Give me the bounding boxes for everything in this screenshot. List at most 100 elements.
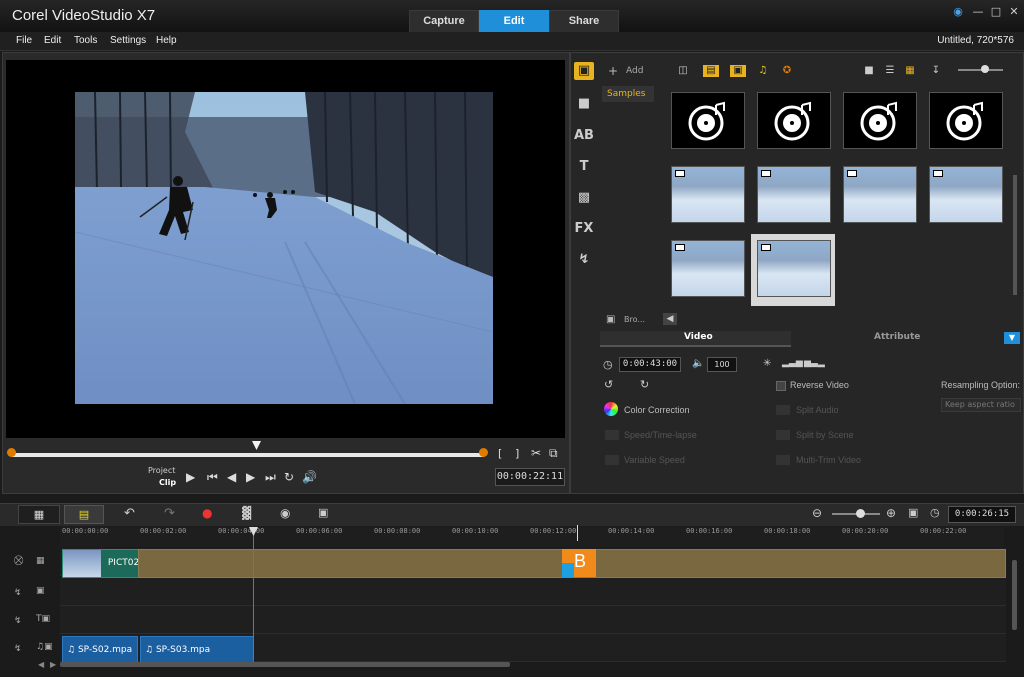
add-icon[interactable]: + [608,64,618,78]
timeline-horizontal-scrollbar[interactable] [60,662,510,667]
trim-start-marker[interactable] [7,448,16,457]
menu-settings[interactable]: Settings [110,35,146,46]
library-item[interactable] [929,166,1003,223]
library-item[interactable] [929,92,1003,149]
audio-clip[interactable]: ♫ SP-S03.mpa [140,636,254,665]
next-frame-icon[interactable]: ▶ [246,470,255,484]
sound-mixer-icon[interactable]: ▓ [242,506,251,520]
media-library-icon[interactable]: ▣ [574,62,594,80]
project-mode-label[interactable]: Project [148,466,175,475]
menu-tools[interactable]: Tools [74,35,97,46]
rotate-left-icon[interactable]: ↺ [604,378,613,391]
clip-volume-field[interactable]: 100 [707,357,737,372]
maximize-icon[interactable]: □ [988,5,1004,19]
library-scrollbar[interactable] [1013,175,1017,295]
rotate-right-icon[interactable]: ↻ [640,378,649,391]
menu-file[interactable]: File [16,35,32,46]
graphic-icon[interactable]: ▩ [574,189,594,207]
library-item[interactable] [843,92,917,149]
tab-edit[interactable]: Edit [479,10,549,32]
library-item[interactable] [757,166,831,223]
zoom-out-icon[interactable]: ⊖ [812,506,822,520]
show-videos-icon[interactable]: ▤ [703,65,719,77]
zoom-in-icon[interactable]: ⊕ [886,506,896,520]
tab-share[interactable]: Share [549,10,619,32]
clip-duration-field[interactable]: 0:00:43:00 [619,357,681,372]
library-item[interactable] [671,240,745,297]
fade-out-icon[interactable]: ▅▃▂ [804,358,825,368]
transition-icon[interactable]: AB [574,127,594,145]
auto-music-icon[interactable]: ◉ [280,506,290,520]
show-audio-icon[interactable]: ♫ [755,65,771,77]
library-item[interactable] [671,92,745,149]
reverse-video-checkbox[interactable] [776,381,786,391]
track-lock-icon[interactable]: ↯ [14,616,22,626]
end-icon[interactable]: ⏭ [265,470,276,485]
minimize-icon[interactable]: — [970,5,986,19]
overlay-track[interactable] [60,578,1006,606]
collapse-options-icon[interactable]: ▼ [1004,332,1020,344]
zoom-handle[interactable] [856,509,865,518]
fade-in-icon[interactable]: ▂▃▅ [782,358,803,368]
overlay-track-header[interactable]: ↯ ▣ [14,580,58,607]
fit-project-icon[interactable]: ▣ [908,506,918,519]
scroll-right-icon[interactable]: ▶ [50,660,56,669]
path-icon[interactable]: ↯ [574,251,594,269]
play-icon[interactable]: ▶ [186,470,195,484]
library-item[interactable] [671,166,745,223]
audio-clip[interactable]: ♫ SP-S02.mpa [62,636,138,665]
filter-icon[interactable]: FX [574,220,594,238]
clip-mode-label[interactable]: Clip [159,478,176,487]
video-clip[interactable]: PICT02 [62,549,139,578]
browse-icon[interactable]: ▣ [606,314,615,325]
browse-folder-icon[interactable]: ◫ [675,65,691,77]
storyboard-view-icon[interactable]: ▦ [18,505,60,524]
title-icon[interactable]: T [574,158,594,176]
previous-frame-icon[interactable]: ◀ [227,470,236,484]
scroll-left-icon[interactable]: ◀ [38,660,44,669]
track-lock-icon[interactable]: ↯ [14,644,22,654]
preview-timecode[interactable]: 00:00:22:11 [495,468,565,486]
resampling-select[interactable]: Keep aspect ratio [941,398,1021,412]
undo-icon[interactable]: ↶ [124,506,135,521]
instant-project-icon[interactable]: ■ [574,95,594,113]
tab-video[interactable]: Video [600,331,791,347]
library-item[interactable] [843,166,917,223]
title-track-header[interactable]: ↯ T▣ [14,608,58,635]
library-item[interactable] [757,240,831,297]
timeline-vertical-scrollbar[interactable] [1012,560,1017,630]
preview-scrub-bar[interactable] [10,453,485,457]
list-view-icon[interactable]: ☰ [882,65,898,77]
video-track-header[interactable]: ⛒ ▦ [14,550,58,577]
color-correction-icon[interactable] [604,402,618,416]
help-icon[interactable]: ◉ [950,5,966,19]
browse-label[interactable]: Bro... [624,315,645,324]
library-item[interactable] [757,92,831,149]
collapse-library-icon[interactable]: ◀ [663,313,677,325]
color-correction-label[interactable]: Color Correction [624,405,690,415]
menu-help[interactable]: Help [156,35,177,46]
mark-in-icon[interactable]: [ [498,447,502,460]
repeat-icon[interactable]: ↻ [284,470,294,484]
record-capture-icon[interactable]: ● [202,506,212,520]
mark-out-icon[interactable]: ] [515,447,519,460]
sort-icon[interactable]: ↧ [928,65,944,77]
thumbnail-view-icon[interactable]: ■ [861,65,877,77]
enlarge-icon[interactable]: ⧉ [549,446,558,461]
transition-block[interactable]: B [562,549,596,577]
volume-icon[interactable]: 🔊 [302,470,317,484]
samples-folder[interactable]: Samples [602,86,654,102]
title-track[interactable] [60,606,1006,634]
track-link-icon[interactable]: ⛒ [14,556,23,566]
show-photos-icon[interactable]: ▣ [730,65,746,77]
grid-view-icon[interactable]: ▦ [902,65,918,77]
track-lock-icon[interactable]: ↯ [14,588,22,598]
split-clip-icon[interactable]: ✂ [531,446,541,460]
close-icon[interactable]: ✕ [1006,5,1022,19]
timeline-view-icon[interactable]: ▤ [64,505,104,524]
timeline-playhead[interactable] [253,527,254,659]
home-icon[interactable]: ⏮ [207,470,218,485]
tab-capture[interactable]: Capture [409,10,479,32]
redo-icon[interactable]: ↷ [164,506,175,521]
tab-attribute[interactable]: Attribute [792,331,992,345]
